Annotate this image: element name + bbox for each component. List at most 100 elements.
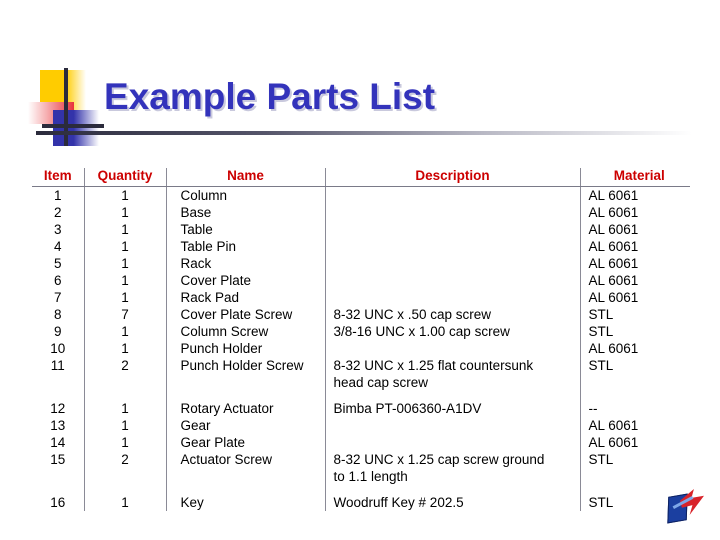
cell-description: 8-32 UNC x .50 cap screw bbox=[324, 306, 580, 323]
cell-name: Table bbox=[165, 221, 325, 238]
column-header-item: Item bbox=[32, 168, 84, 187]
cell-item: 6 bbox=[53, 273, 62, 288]
cell-item: 15 bbox=[50, 452, 66, 467]
motif-horizontal-bar bbox=[42, 124, 104, 128]
cell-name: Base bbox=[165, 204, 325, 221]
cell-description bbox=[324, 238, 580, 255]
table-row: 6 1 Cover Plate AL 6061 bbox=[32, 272, 690, 289]
cell-material: AL 6061 bbox=[579, 204, 690, 221]
table-row: 9 1 Column Screw 3/8-16 UNC x 1.00 cap scre… bbox=[32, 323, 690, 340]
cell-name: Rotary Actuator bbox=[165, 400, 325, 417]
cell-name: Column Screw bbox=[165, 323, 325, 340]
arrow-logo-icon bbox=[666, 487, 706, 527]
cell-description bbox=[324, 186, 580, 204]
cell-item: 10 bbox=[50, 341, 66, 356]
cell-description bbox=[324, 204, 580, 221]
description-line-1: 8-32 UNC x .50 cap screw bbox=[333, 307, 492, 322]
cell-quantity: 1 bbox=[83, 204, 166, 221]
table-row: 15 2 Actuator Screw 8-32 UNC x 1.25 cap scr… bbox=[32, 451, 690, 485]
cell-material: STL bbox=[579, 357, 690, 391]
cell-item: 4 bbox=[53, 239, 62, 254]
description-line-2: to 1.1 length bbox=[333, 469, 408, 484]
cell-item: 12 bbox=[50, 401, 66, 416]
table-row: 10 1 Punch Holder AL 6061 bbox=[32, 340, 690, 357]
cell-item: 3 bbox=[53, 222, 62, 237]
cell-name: Cover Plate Screw bbox=[165, 306, 325, 323]
cell-name: Punch Holder Screw bbox=[165, 357, 325, 391]
cell-description bbox=[324, 221, 580, 238]
cell-material: AL 6061 bbox=[579, 340, 690, 357]
table-row: 8 7 Cover Plate Screw 8-32 UNC x .50 cap sc… bbox=[32, 306, 690, 323]
table-row: 4 1 Table Pin AL 6061 bbox=[32, 238, 690, 255]
cell-quantity: 1 bbox=[83, 400, 166, 417]
cell-material: AL 6061 bbox=[579, 289, 690, 306]
cell-description bbox=[324, 434, 580, 451]
cell-item: 8 bbox=[53, 307, 62, 322]
slide-header: Example Parts List bbox=[0, 0, 720, 160]
cell-item: 11 bbox=[50, 358, 65, 373]
cell-quantity: 2 bbox=[83, 357, 166, 391]
table-row: 11 2 Punch Holder Screw 8-32 UNC x 1.25 fla… bbox=[32, 357, 690, 391]
table-row: 14 1 Gear Plate AL 6061 bbox=[32, 434, 690, 451]
cell-material: AL 6061 bbox=[579, 221, 690, 238]
table-header-row: Item Quantity Name Description Material bbox=[32, 168, 690, 187]
cell-description bbox=[324, 340, 580, 357]
cell-name: Actuator Screw bbox=[165, 451, 325, 485]
cell-quantity: 1 bbox=[83, 186, 166, 204]
cell-material: AL 6061 bbox=[579, 417, 690, 434]
table-body: 1 1 Column AL 6061 2 1 Base AL 6061 3 1 Table AL 60… bbox=[32, 186, 690, 511]
cell-name: Gear Plate bbox=[165, 434, 325, 451]
description-line-1: Bimba PT-006360-A1DV bbox=[333, 401, 482, 416]
table-row: 16 1 Key Woodruff Key # 202.5 STL bbox=[32, 494, 690, 511]
cell-item: 1 bbox=[53, 188, 62, 203]
cell-material: STL bbox=[579, 451, 690, 485]
cell-name: Rack Pad bbox=[165, 289, 325, 306]
cell-item: 2 bbox=[53, 205, 62, 220]
cell-name: Rack bbox=[165, 255, 325, 272]
cell-material: -- bbox=[579, 400, 690, 417]
cell-material: AL 6061 bbox=[579, 238, 690, 255]
table-row: 1 1 Column AL 6061 bbox=[32, 186, 690, 204]
cell-item: 16 bbox=[50, 495, 66, 510]
description-line-1: 8-32 UNC x 1.25 cap screw ground bbox=[333, 452, 545, 467]
cell-material: AL 6061 bbox=[579, 255, 690, 272]
table-row-spacer bbox=[32, 391, 690, 400]
table-row: 3 1 Table AL 6061 bbox=[32, 221, 690, 238]
table-row: 2 1 Base AL 6061 bbox=[32, 204, 690, 221]
cell-quantity: 1 bbox=[83, 494, 166, 511]
cell-material: AL 6061 bbox=[579, 272, 690, 289]
cell-name: Gear bbox=[165, 417, 325, 434]
parts-list-container: Item Quantity Name Description Material … bbox=[32, 168, 690, 511]
cell-name: Key bbox=[165, 494, 325, 511]
table-row: 5 1 Rack AL 6061 bbox=[32, 255, 690, 272]
cell-description: Woodruff Key # 202.5 bbox=[324, 494, 580, 511]
description-line-1: 3/8-16 UNC x 1.00 cap screw bbox=[333, 324, 510, 339]
cell-quantity: 1 bbox=[83, 323, 166, 340]
table-row: 12 1 Rotary Actuator Bimba PT-006360-A1DV -- bbox=[32, 400, 690, 417]
title-divider-rule bbox=[36, 131, 692, 135]
cell-quantity: 1 bbox=[83, 255, 166, 272]
cell-material: AL 6061 bbox=[579, 186, 690, 204]
cell-item: 7 bbox=[53, 290, 62, 305]
cell-quantity: 1 bbox=[83, 289, 166, 306]
cell-quantity: 1 bbox=[83, 434, 166, 451]
description-line-1: Woodruff Key # 202.5 bbox=[333, 495, 464, 510]
cell-quantity: 2 bbox=[83, 451, 166, 485]
column-header-quantity: Quantity bbox=[83, 168, 166, 187]
cell-name: Punch Holder bbox=[165, 340, 325, 357]
cell-material: STL bbox=[579, 323, 690, 340]
cell-material: STL bbox=[579, 306, 690, 323]
cell-item: 14 bbox=[50, 435, 66, 450]
motif-blue-square bbox=[53, 110, 99, 146]
cell-description: Bimba PT-006360-A1DV bbox=[324, 400, 580, 417]
cell-material: AL 6061 bbox=[579, 434, 690, 451]
cell-name: Cover Plate bbox=[165, 272, 325, 289]
cell-description bbox=[324, 289, 580, 306]
cell-description: 3/8-16 UNC x 1.00 cap screw bbox=[324, 323, 580, 340]
cell-item: 9 bbox=[53, 324, 62, 339]
column-header-description: Description bbox=[324, 168, 580, 187]
table-row: 7 1 Rack Pad AL 6061 bbox=[32, 289, 690, 306]
cell-quantity: 1 bbox=[83, 238, 166, 255]
cell-description bbox=[324, 255, 580, 272]
cell-name: Column bbox=[165, 186, 325, 204]
